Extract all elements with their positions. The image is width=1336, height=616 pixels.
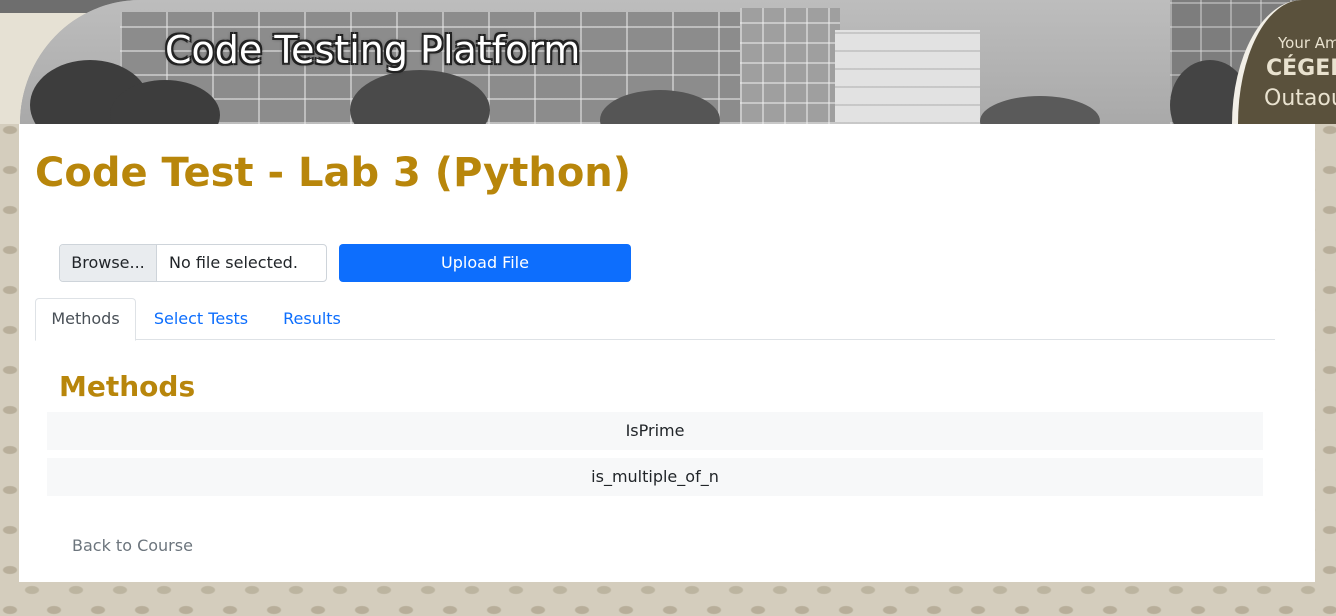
method-item-is-multiple-of-n[interactable]: is_multiple_of_n: [47, 458, 1263, 496]
back-to-course-link[interactable]: Back to Course: [72, 536, 193, 555]
file-input[interactable]: Browse... No file selected.: [59, 244, 327, 282]
upload-file-button[interactable]: Upload File: [339, 244, 631, 282]
page-title: Code Test - Lab 3 (Python): [35, 150, 632, 196]
main-content: Code Test - Lab 3 (Python) Browse... No …: [19, 124, 1315, 582]
logo-tagline: Your Am: [1278, 34, 1336, 52]
tab-results[interactable]: Results: [266, 298, 358, 340]
platform-title: Code Testing Platform: [165, 28, 581, 72]
method-item-isprime[interactable]: IsPrime: [47, 412, 1263, 450]
logo-name: CÉGEP: [1266, 56, 1336, 81]
building-tower: [740, 8, 840, 124]
tab-select-tests[interactable]: Select Tests: [136, 298, 266, 340]
logo-region: Outaou: [1264, 86, 1336, 111]
methods-heading: Methods: [59, 370, 196, 403]
building-annex: [835, 30, 980, 124]
file-status-text: No file selected.: [169, 253, 298, 272]
browse-button[interactable]: Browse...: [60, 245, 157, 281]
site-banner: Code Testing Platform Your Am CÉGEP Outa…: [0, 0, 1336, 124]
tab-methods[interactable]: Methods: [35, 298, 136, 341]
tab-bar: Methods Select Tests Results: [35, 298, 1275, 341]
